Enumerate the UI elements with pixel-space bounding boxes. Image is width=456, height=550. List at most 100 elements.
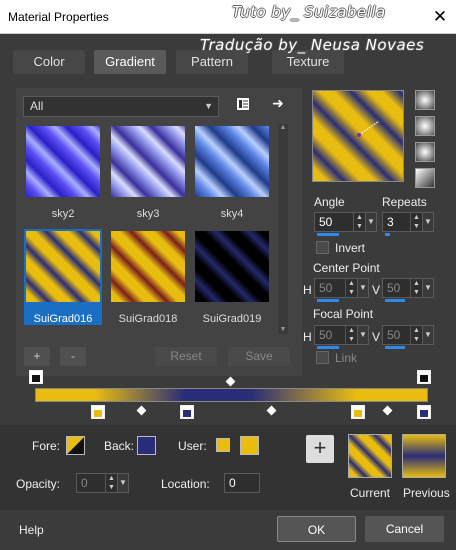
focal-v-slider[interactable] [385,346,405,349]
add-gradient-button[interactable]: + [24,347,50,366]
link-label: Link [335,351,358,365]
repeats-value: 3 [387,215,394,229]
center-v-field[interactable]: 50 ▲ ▼ ▼ [382,278,434,302]
chevron-down-icon[interactable]: ▼ [357,325,369,345]
center-v-slider[interactable] [385,299,405,302]
angle-handle-icon[interactable] [313,91,405,183]
center-h-field[interactable]: 50 ▲ ▼ ▼ [314,278,369,302]
scroll-down-icon[interactable]: ▼ [279,326,287,334]
previous-gradient-preview[interactable] [402,434,446,478]
chevron-down-icon[interactable]: ▼ [117,473,129,493]
fore-label: Fore: [32,439,61,453]
reset-button[interactable]: Reset [155,347,217,366]
chevron-down-icon[interactable]: ▼ [357,278,369,298]
chevron-down-icon[interactable]: ▼ [422,325,434,345]
chevron-down-icon[interactable]: ▼ [422,278,434,298]
library-scrollbar[interactable]: ▲ ▼ [278,124,288,334]
stepper-icon[interactable]: ▲ ▼ [410,279,422,297]
gradient-thumb-suigrad016[interactable]: SuiGrad016 [24,229,102,325]
focal-v-value: 50 [387,328,401,342]
center-v-value: 50 [387,281,401,295]
gradient-swatch [195,126,269,197]
link-checkbox[interactable] [316,351,329,364]
linear-gradient-type-button[interactable] [415,90,435,110]
gradient-thumb-label: SuiGrad016 [24,313,102,325]
opacity-stop-marker[interactable] [417,370,431,384]
add-to-library-button[interactable]: + [306,435,334,463]
focal-v-field[interactable]: 50 ▲ ▼ ▼ [382,325,434,349]
user-color-swatch[interactable] [240,436,259,455]
focal-h-label: H [303,330,312,344]
stepper-icon[interactable]: ▲ ▼ [345,279,357,297]
window-title: Material Properties [8,10,109,24]
center-h-slider[interactable] [317,299,339,302]
scroll-up-icon[interactable]: ▲ [279,124,287,132]
stepper-icon[interactable]: ▲ ▼ [410,213,422,231]
color-stop-marker[interactable] [180,405,194,419]
angle-label: Angle [314,195,345,209]
remove-gradient-button[interactable]: - [60,347,86,366]
tab-gradient[interactable]: Gradient [94,50,166,74]
gradient-thumb-label: SuiGrad018 [118,313,178,325]
stepper-icon[interactable]: ▲ ▼ [345,326,357,344]
chevron-down-icon[interactable]: ▼ [422,212,434,232]
focal-point-label: Focal Point [313,307,374,321]
focal-h-field[interactable]: 50 ▲ ▼ ▼ [314,325,369,349]
save-button[interactable]: Save [228,347,290,366]
cancel-button[interactable]: Cancel [365,516,444,542]
location-label: Location: [161,477,210,491]
user-label: User: [178,439,207,453]
gradient-thumb-label: sky4 [220,208,244,220]
chevron-down-icon[interactable]: ▼ [365,212,377,232]
sunburst-gradient-type-button[interactable] [415,142,435,162]
category-value: All [30,99,44,113]
angle-slider[interactable] [317,233,339,236]
stepper-icon[interactable]: ▲ ▼ [353,213,365,231]
gradient-thumb-label: sky2 [51,208,75,220]
gradient-swatch [26,231,100,302]
radial-gradient-type-button[interactable] [415,168,435,188]
center-h-label: H [303,283,312,297]
stepper-icon[interactable]: ▲ ▼ [105,474,117,492]
repeats-slider[interactable] [385,233,390,236]
arrow-right-icon[interactable]: ➜ [270,95,286,111]
help-link[interactable]: Help [19,523,44,537]
repeats-field[interactable]: 3 ▲ ▼ ▼ [382,212,434,236]
close-icon[interactable]: ✕ [430,7,450,27]
fore-color-swatch[interactable] [66,436,85,455]
user-color-small-swatch[interactable] [216,438,230,452]
gradient-thumb-suigrad018[interactable]: SuiGrad018 [109,229,187,325]
chevron-down-icon: ▼ [204,101,213,111]
center-point-label: Center Point [313,261,380,275]
color-stop-marker[interactable] [91,405,105,419]
gradient-thumb-sky4[interactable]: sky4 [193,124,271,220]
rectangular-gradient-type-button[interactable] [415,116,435,136]
back-color-swatch[interactable] [137,436,156,455]
ok-button[interactable]: OK [277,516,356,542]
current-label: Current [350,486,391,500]
opacity-field[interactable]: 0 ▲ ▼ ▼ [76,473,129,493]
location-value: 0 [229,476,236,490]
gradient-swatch [195,231,269,302]
gradient-thumb-suigrad019[interactable]: SuiGrad019 [193,229,271,325]
invert-checkbox[interactable] [316,241,329,254]
book-icon[interactable] [235,96,251,112]
stepper-icon[interactable]: ▲ ▼ [410,326,422,344]
location-field[interactable]: 0 [224,473,260,493]
tab-color[interactable]: Color [13,50,85,74]
gradient-preview[interactable] [312,90,404,182]
angle-field[interactable]: 50 ▲ ▼ ▼ [314,212,377,236]
watermark-line1: Tuto by_ Suizabella [232,3,386,21]
gradient-thumb-sky3[interactable]: sky3 [109,124,187,220]
gradient-editor-bar[interactable] [35,388,428,402]
color-stop-marker[interactable] [417,405,431,419]
focal-v-label: V [372,330,381,344]
watermark-line2: Tradução by_ Neusa Novaes [200,36,425,54]
focal-h-slider[interactable] [317,346,339,349]
center-h-value: 50 [319,281,333,295]
gradient-thumb-sky2[interactable]: sky2 [24,124,102,220]
category-dropdown[interactable]: All ▼ [23,96,219,117]
gradient-thumb-label: SuiGrad019 [202,313,262,325]
opacity-stop-marker[interactable] [29,370,43,384]
color-stop-marker[interactable] [351,405,365,419]
